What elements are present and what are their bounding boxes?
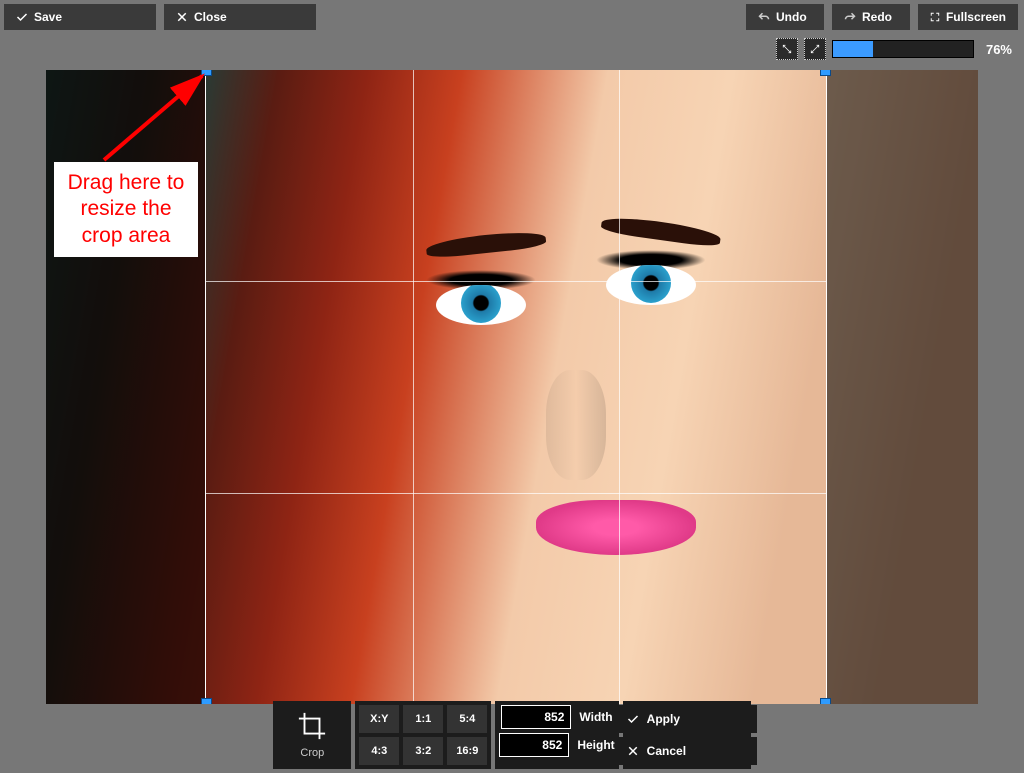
check-icon — [16, 11, 28, 23]
zoom-fit-button[interactable] — [776, 38, 798, 60]
aspect-ratio-group: X:Y 1:1 5:4 4:3 3:2 16:9 — [355, 701, 491, 769]
annotation-text: Drag here to resize the crop area — [68, 171, 185, 247]
zoom-actual-button[interactable] — [804, 38, 826, 60]
zoom-controls: 76% — [776, 38, 1018, 60]
apply-label: Apply — [647, 712, 680, 726]
crop-visible-photo — [206, 70, 826, 704]
cancel-button[interactable]: Cancel — [617, 737, 757, 765]
close-icon — [627, 745, 639, 757]
cancel-label: Cancel — [647, 744, 686, 758]
ratio-16-9[interactable]: 16:9 — [447, 737, 487, 765]
crop-tool-indicator: Crop — [273, 701, 351, 769]
width-input[interactable] — [501, 705, 571, 729]
ratio-5-4[interactable]: 5:4 — [447, 705, 487, 733]
close-label: Close — [194, 10, 227, 24]
photo-face — [206, 70, 826, 704]
zoom-slider-fill — [833, 41, 873, 57]
undo-button[interactable]: Undo — [746, 4, 824, 30]
ratio-4-3[interactable]: 4:3 — [359, 737, 399, 765]
fullscreen-button[interactable]: Fullscreen — [918, 4, 1018, 30]
fullscreen-icon — [930, 11, 940, 23]
crop-tool-label: Crop — [300, 747, 324, 759]
undo-icon — [758, 11, 770, 23]
grid-line — [206, 493, 826, 494]
apply-button[interactable]: Apply — [617, 705, 757, 733]
save-button[interactable]: Save — [4, 4, 156, 30]
height-input[interactable] — [499, 733, 569, 757]
crop-actions: Apply Cancel — [623, 701, 751, 769]
ratio-free[interactable]: X:Y — [359, 705, 399, 733]
fullscreen-label: Fullscreen — [946, 10, 1006, 24]
grid-line — [619, 70, 620, 704]
undo-label: Undo — [776, 10, 807, 24]
crop-handle-top-left[interactable] — [201, 70, 212, 76]
top-toolbar: Save Close Undo Redo Fullscreen 76% — [0, 0, 1024, 62]
ratio-3-2[interactable]: 3:2 — [403, 737, 443, 765]
redo-icon — [844, 11, 856, 23]
height-label: Height — [577, 738, 614, 752]
crop-icon — [297, 711, 327, 741]
width-label: Width — [579, 710, 612, 724]
close-button[interactable]: Close — [164, 4, 316, 30]
close-icon — [176, 11, 188, 23]
check-icon — [627, 713, 639, 725]
zoom-percent: 76% — [980, 42, 1018, 57]
redo-label: Redo — [862, 10, 892, 24]
save-label: Save — [34, 10, 62, 24]
dimensions-group: Width Height — [495, 701, 618, 769]
zoom-slider[interactable] — [832, 40, 974, 58]
crop-region[interactable] — [206, 70, 826, 704]
annotation-callout: Drag here to resize the crop area — [54, 162, 198, 257]
grid-line — [206, 281, 826, 282]
ratio-1-1[interactable]: 1:1 — [403, 705, 443, 733]
redo-button[interactable]: Redo — [832, 4, 910, 30]
crop-handle-top-right[interactable] — [820, 70, 831, 76]
grid-line — [413, 70, 414, 704]
crop-toolbar: Crop X:Y 1:1 5:4 4:3 3:2 16:9 Width Heig… — [0, 697, 1024, 773]
